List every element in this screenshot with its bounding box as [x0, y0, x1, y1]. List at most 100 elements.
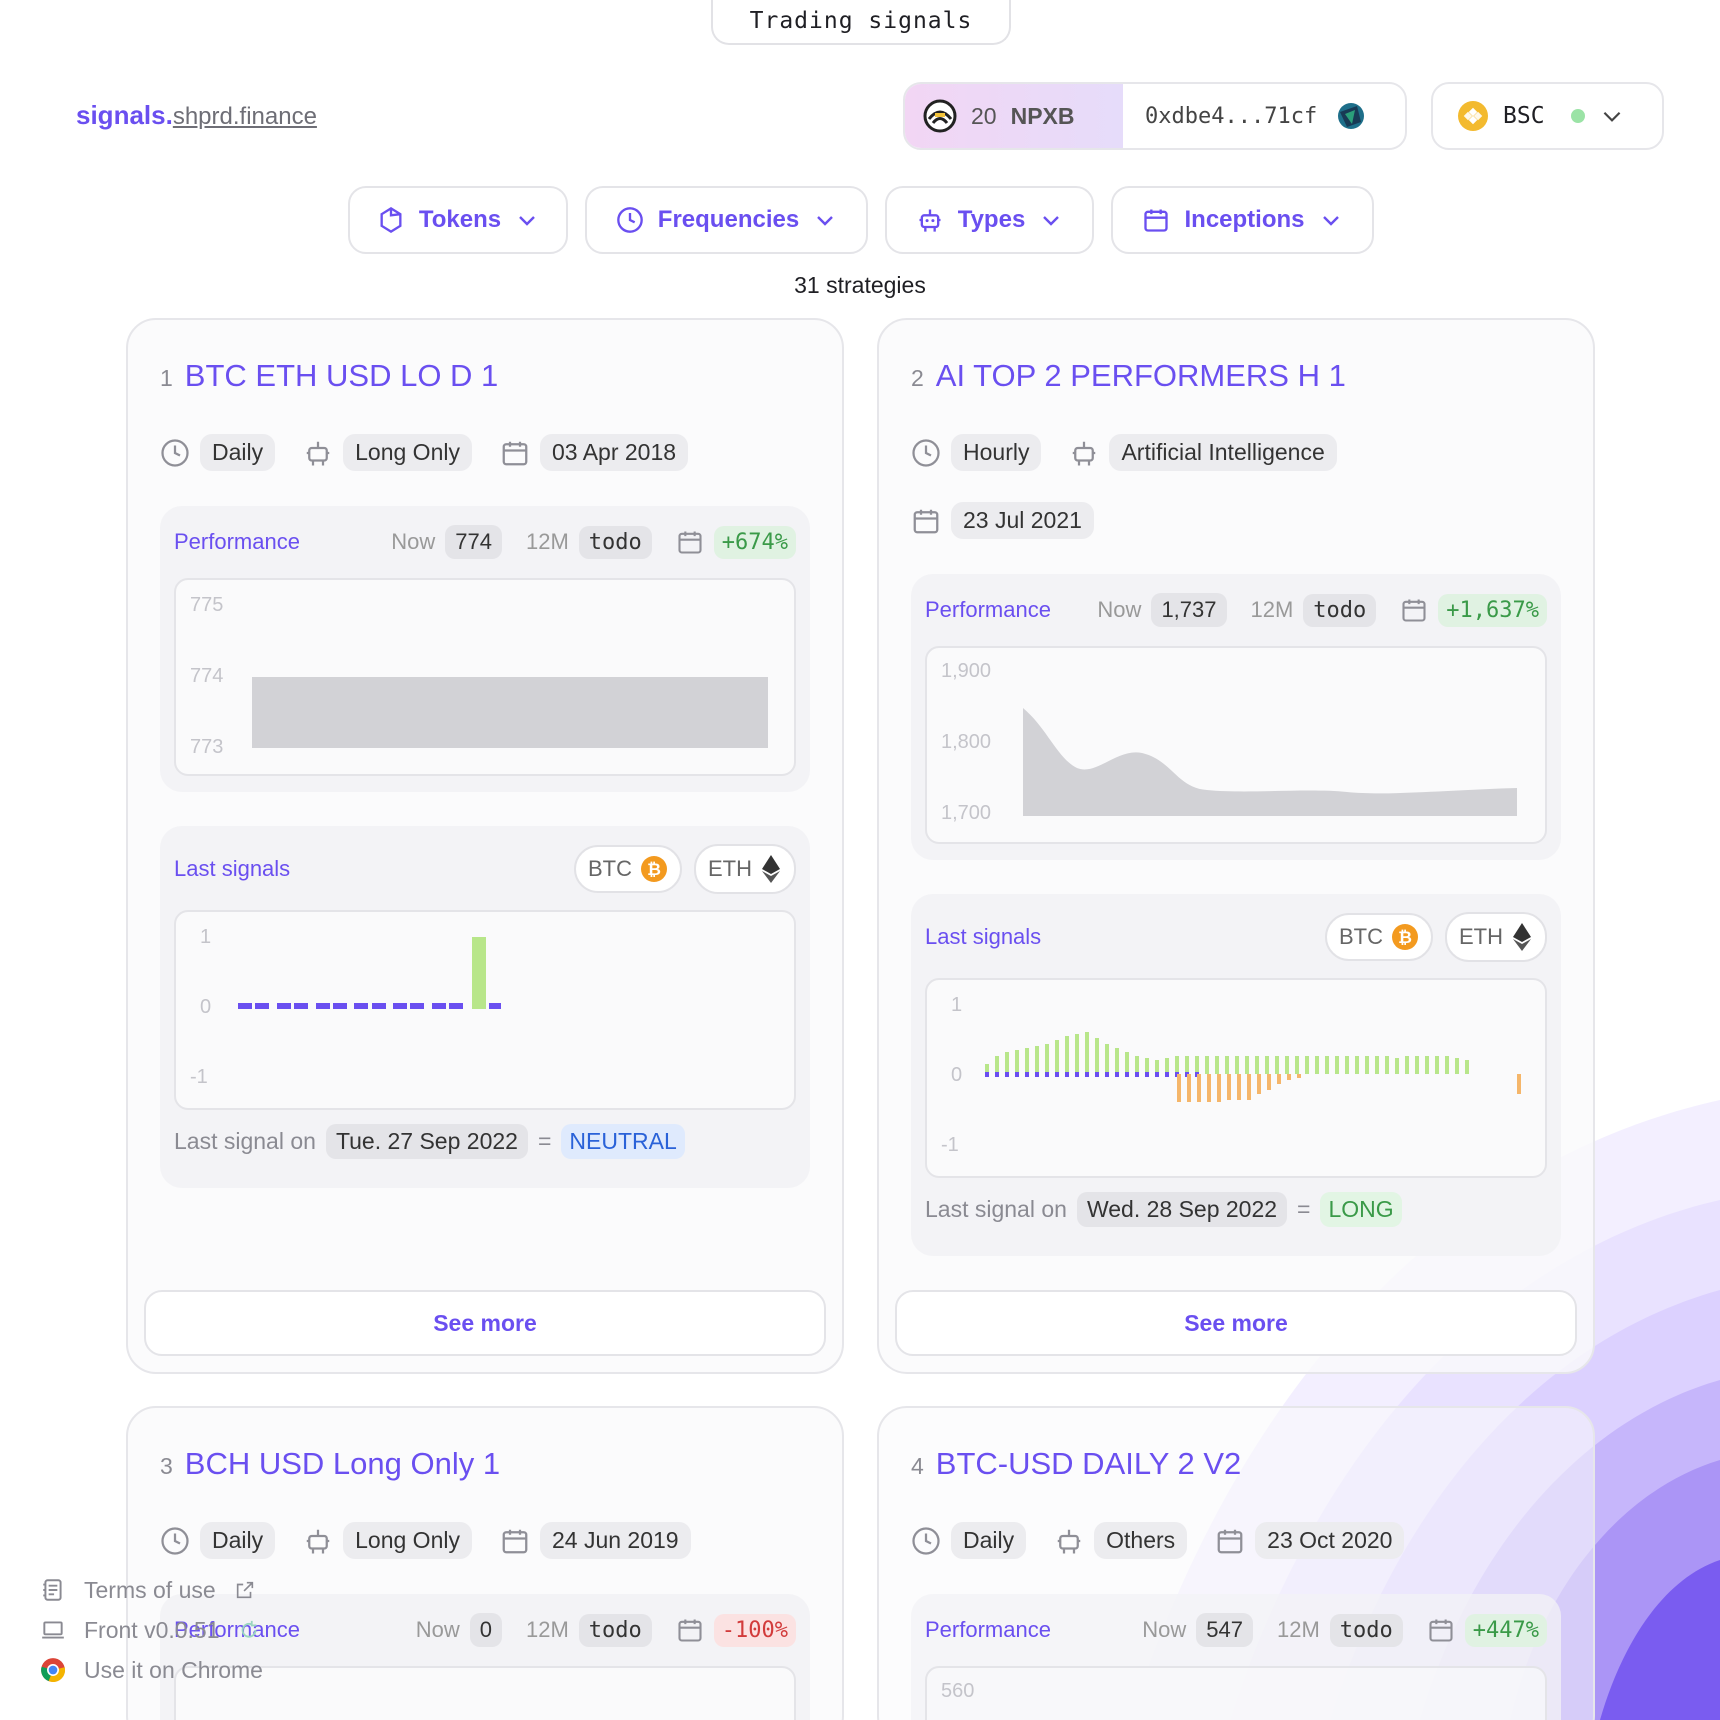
wallet-widget[interactable]: 20 NPXB 0xdbe4...71cf — [903, 82, 1407, 150]
strategy-index: 2 — [911, 365, 924, 391]
version-label: Front v0.0.51 — [84, 1616, 220, 1643]
signals-panel: Last signals BTC ₿ ETH 1 0 -1 Last signa… — [911, 894, 1561, 1256]
inception-badge: 24 Jun 2019 — [539, 1522, 691, 1559]
type-badge: Others — [1094, 1522, 1188, 1559]
inception-badge: 23 Oct 2020 — [1255, 1522, 1405, 1559]
clock-icon — [161, 438, 189, 467]
coin-label: ETH — [1459, 924, 1503, 949]
now-value: 774 — [445, 525, 502, 559]
signal-bar — [354, 1003, 368, 1009]
signal-bar — [1365, 1056, 1369, 1074]
brand-secondary[interactable]: shprd.finance — [173, 103, 317, 130]
signal-bar — [333, 1003, 347, 1009]
type-badge: Long Only — [343, 1522, 472, 1559]
robot-icon — [306, 441, 330, 465]
signal-bar — [432, 1003, 446, 1009]
coin-chip-eth[interactable]: ETH — [1445, 912, 1547, 962]
now-value: 1,737 — [1151, 593, 1227, 627]
svg-text:₿: ₿ — [1398, 928, 1412, 948]
signal-bar — [1385, 1056, 1389, 1074]
signal-bar — [1425, 1056, 1429, 1074]
filter-types[interactable]: Types — [885, 186, 1094, 254]
refresh-icon — [241, 1620, 256, 1638]
signal-bar — [1155, 1072, 1159, 1077]
performance-area — [252, 677, 768, 748]
signal-bar — [1335, 1056, 1339, 1074]
signal-bar — [277, 1003, 291, 1009]
signal-bar — [1045, 1044, 1049, 1074]
signal-bar — [410, 1003, 424, 1009]
twelve-month-value: todo — [1303, 593, 1377, 627]
type-badge: Long Only — [343, 434, 472, 471]
signal-bar — [1115, 1072, 1119, 1077]
terms-label: Terms of use — [84, 1576, 216, 1603]
coin-chip-btc[interactable]: BTC ₿ — [1325, 913, 1433, 961]
now-label: Now — [415, 1617, 460, 1642]
last-signal-date: Tue. 27 Sep 2022 — [325, 1124, 528, 1159]
signal-bar — [1465, 1060, 1469, 1074]
see-more-button[interactable]: See more — [144, 1290, 826, 1356]
signal-bar — [238, 1003, 252, 1009]
signal-bar — [1205, 1056, 1209, 1074]
signal-bar — [1035, 1046, 1039, 1074]
calendar-icon — [1429, 1619, 1453, 1642]
signal-bar — [1115, 1048, 1119, 1074]
performance-panel: Performance Now 547 12M todo +447% 560 — [911, 1594, 1561, 1720]
strategy-card: 1 BTC ETH USD LO D 1 Daily Long Only 03 … — [126, 318, 844, 1374]
strategy-title[interactable]: 1 BTC ETH USD LO D 1 — [160, 358, 498, 394]
wallet-address[interactable]: 0xdbe4...71cf — [1123, 84, 1405, 148]
token-symbol: NPXB — [1010, 102, 1075, 129]
chevron-down-icon — [1043, 216, 1060, 226]
network-selector[interactable]: BSC — [1431, 82, 1664, 150]
equals-sign: = — [1297, 1196, 1311, 1222]
strategy-title[interactable]: 3 BCH USD Long Only 1 — [160, 1446, 500, 1482]
signals-chart: 1 0 -1 — [925, 978, 1547, 1178]
filter-tokens[interactable]: Tokens — [348, 186, 568, 254]
signal-bar — [1055, 1072, 1059, 1077]
filter-tokens-label: Tokens — [418, 206, 502, 233]
now-label: Now — [1142, 1617, 1187, 1642]
signals-panel: Last signals BTC ₿ ETH 1 0 -1 Last signa… — [160, 826, 810, 1188]
coin-chip-btc[interactable]: BTC ₿ — [574, 845, 682, 893]
signal-bar — [1095, 1072, 1099, 1077]
coin-chip-eth[interactable]: ETH — [694, 844, 796, 894]
signal-bar — [1125, 1072, 1129, 1077]
signal-bar — [985, 1072, 989, 1077]
since-inception-value: +674% — [713, 525, 796, 559]
eth-icon — [1513, 923, 1531, 951]
laptop-icon — [42, 1621, 64, 1639]
btc-icon: ₿ — [1392, 924, 1418, 950]
twelve-month-label: 12M — [525, 1617, 569, 1642]
last-signal-line: Last signal on Wed. 28 Sep 2022 = LONG — [925, 1192, 1402, 1227]
signal-bar — [1045, 1072, 1049, 1077]
use-on-chrome-link[interactable]: Use it on Chrome — [40, 1650, 300, 1690]
coin-label: BTC — [588, 856, 632, 881]
calendar-icon — [1402, 599, 1426, 622]
filter-frequencies[interactable]: Frequencies — [585, 186, 868, 254]
signal-bar — [1267, 1074, 1271, 1090]
performance-chart: 775 774 773 — [174, 578, 796, 776]
hexagon-icon — [380, 206, 402, 234]
signal-bar — [1247, 1074, 1251, 1100]
strategy-index: 3 — [160, 1453, 173, 1479]
strategy-meta: Daily Long Only 03 Apr 2018 — [160, 434, 689, 471]
signal-bar — [1195, 1056, 1199, 1074]
signal-bar — [1185, 1056, 1189, 1074]
strategy-title[interactable]: 4 BTC-USD DAILY 2 V2 — [911, 1446, 1241, 1482]
signal-bar — [1175, 1056, 1179, 1074]
terms-of-use-link[interactable]: Terms of use — [40, 1570, 300, 1610]
signal-bar — [1315, 1056, 1319, 1074]
strategy-title[interactable]: 2 AI TOP 2 PERFORMERS H 1 — [911, 358, 1346, 394]
brand-logo[interactable]: signals.shprd.finance — [76, 100, 317, 131]
signal-bar — [1245, 1056, 1249, 1074]
document-icon — [43, 1579, 62, 1601]
see-more-button[interactable]: See more — [895, 1290, 1577, 1356]
strategy-index: 1 — [160, 365, 173, 391]
token-amount: 20 — [971, 102, 997, 129]
chrome-label: Use it on Chrome — [84, 1656, 263, 1683]
signal-bar — [1015, 1050, 1019, 1074]
signal-bar — [995, 1072, 999, 1077]
filter-inceptions[interactable]: Inceptions — [1111, 186, 1374, 254]
filter-bar: Tokens Frequencies Types Inceptions — [0, 186, 1720, 254]
signal-bar — [1135, 1056, 1139, 1074]
